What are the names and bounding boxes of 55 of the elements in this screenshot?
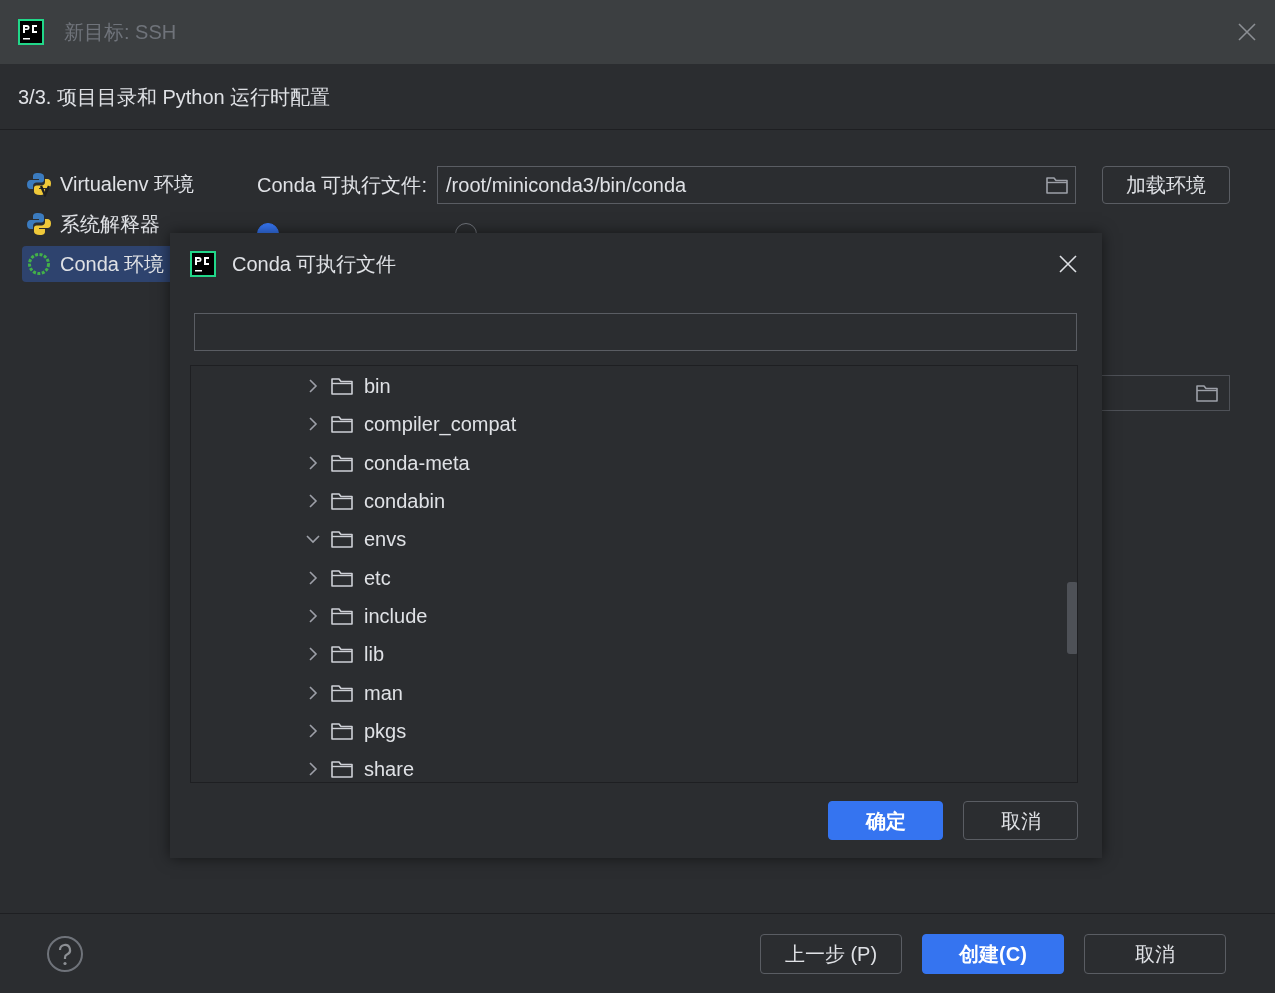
chevron-right-icon[interactable]: [306, 647, 320, 662]
folder-icon: [330, 567, 354, 588]
tree-item[interactable]: share: [364, 754, 415, 782]
tree-item[interactable]: include: [364, 600, 428, 631]
window-title: 新目标: SSH: [64, 20, 177, 45]
chevron-right-icon[interactable]: [306, 455, 320, 470]
folder-icon: [330, 376, 354, 397]
pycharm-logo: [190, 251, 216, 277]
dialog-title: Conda 可执行文件: [232, 252, 397, 277]
folder-icon: [330, 491, 354, 512]
chevron-right-icon[interactable]: [306, 723, 320, 738]
sidebar-item[interactable]: 系统解释器: [22, 206, 232, 242]
ok-button[interactable]: 确定: [828, 801, 943, 840]
path-field[interactable]: /root/miniconda3/bin/conda: [437, 166, 1076, 204]
step-title: 3/3. 项目目录和 Python 运行时配置: [18, 84, 331, 110]
field-label: Conda 可执行文件:: [257, 173, 428, 198]
tree-item[interactable]: envs: [364, 524, 407, 555]
folder-icon: [330, 452, 354, 473]
load-button[interactable]: 加载环境: [1102, 166, 1230, 204]
tree-item[interactable]: etc: [364, 562, 391, 593]
folder-icon: [330, 414, 354, 435]
chevron-right-icon[interactable]: [306, 762, 320, 777]
folder-icon: [330, 529, 354, 550]
cancel-button[interactable]: 取消: [963, 801, 1078, 840]
sidebar-item[interactable]: Virtualenv 环境: [22, 166, 232, 202]
folder-icon[interactable]: [1045, 175, 1069, 195]
tree-item[interactable]: man: [364, 677, 403, 708]
python-icon: [26, 211, 52, 237]
folder-icon: [330, 605, 354, 626]
chevron-right-icon[interactable]: [306, 685, 320, 700]
chevron-right-icon[interactable]: [306, 417, 320, 432]
python-v-icon: [26, 171, 52, 197]
tree-item[interactable]: lib: [364, 639, 384, 670]
tree-item[interactable]: pkgs: [364, 715, 407, 746]
search-field[interactable]: [194, 313, 1077, 351]
footer-button[interactable]: 上一步 (P): [760, 933, 902, 974]
chevron-right-icon[interactable]: [306, 608, 320, 623]
pycharm-logo: [18, 19, 44, 45]
chevron-right-icon[interactable]: [306, 494, 320, 509]
folder-icon: [330, 644, 354, 665]
chevron-right-icon[interactable]: [306, 379, 320, 394]
folder-icon: [330, 720, 354, 741]
tree-item[interactable]: conda-meta: [364, 447, 470, 478]
folder-icon: [330, 759, 354, 780]
conda-icon: [26, 251, 52, 277]
folder-icon: [1195, 383, 1219, 403]
folder-icon: [330, 682, 354, 703]
footer-button[interactable]: 取消: [1084, 933, 1226, 974]
tree-item[interactable]: bin: [364, 371, 391, 402]
tree-item[interactable]: compiler_compat: [364, 409, 517, 440]
scrollbar-thumb[interactable]: [1067, 582, 1077, 654]
chevron-right-icon[interactable]: [306, 570, 320, 585]
create-button[interactable]: 创建(C): [922, 933, 1064, 974]
tree-item[interactable]: condabin: [364, 486, 446, 517]
help-icon[interactable]: [46, 934, 84, 973]
